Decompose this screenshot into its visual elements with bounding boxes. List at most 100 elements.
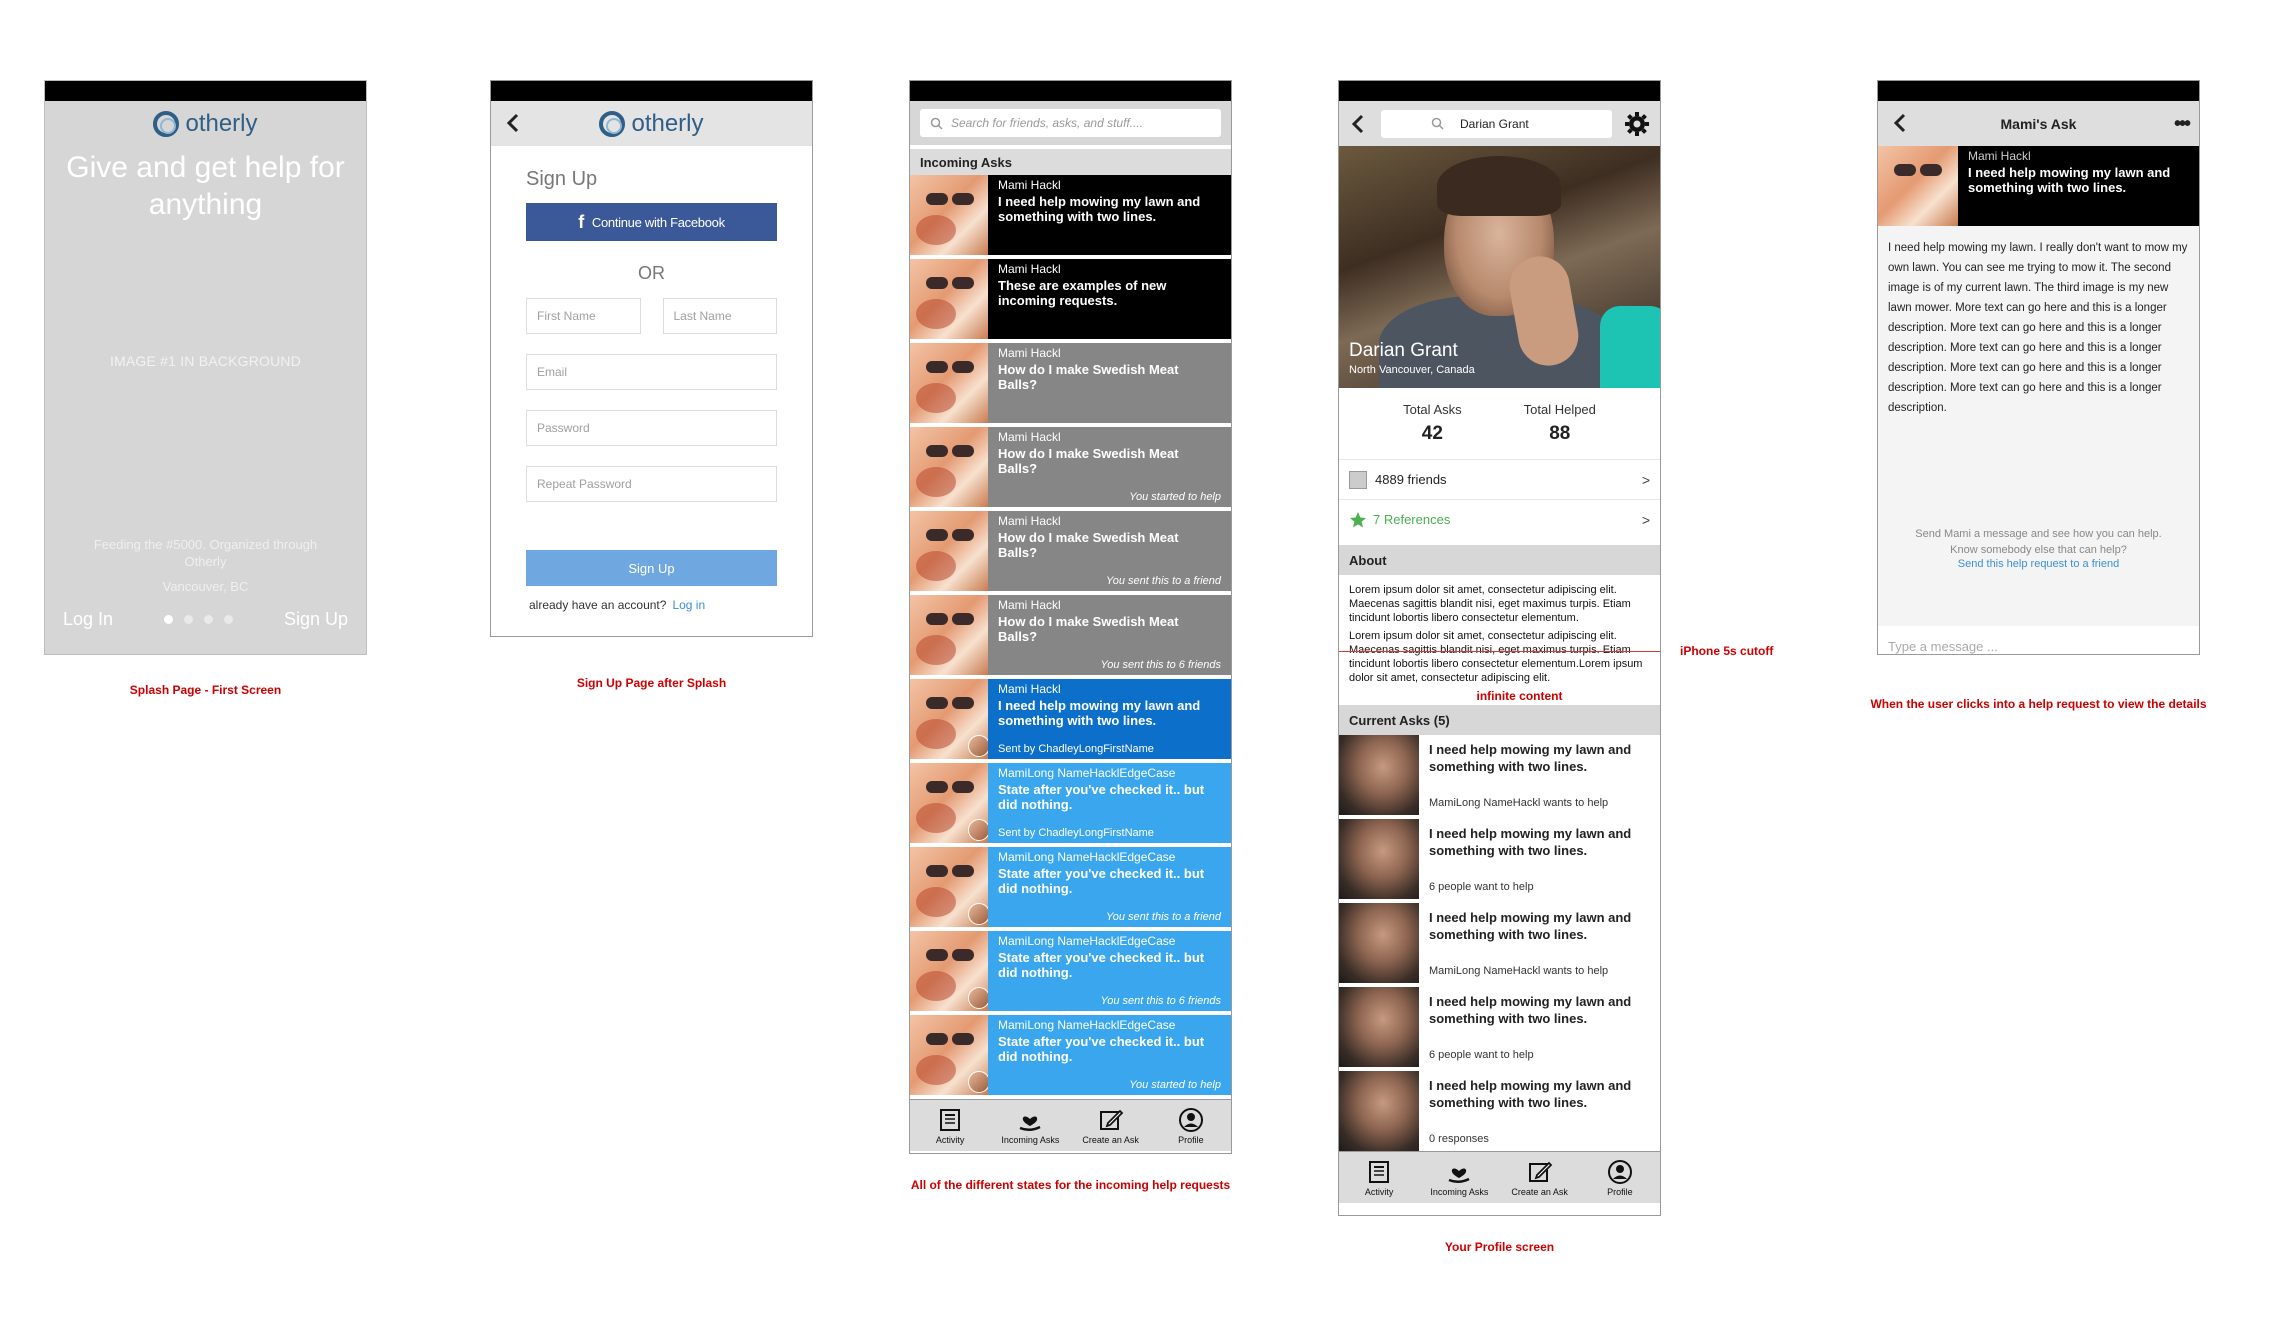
ask-body: Mami Hackl How do I make Swedish Meat Bal… (988, 427, 1231, 507)
current-ask-body: I need help mowing my lawn and something… (1419, 819, 1660, 899)
ask-row[interactable]: Mami Hackl How do I make Swedish Meat Bal… (910, 343, 1231, 427)
ask-status: You started to help (1129, 491, 1221, 503)
page-dot[interactable] (224, 615, 233, 624)
ask-row[interactable]: Mami Hackl How do I make Swedish Meat Bal… (910, 595, 1231, 679)
or-divider: OR (638, 263, 665, 283)
ask-row[interactable]: MamiLong NameHacklEdgeCase State after yo… (910, 763, 1231, 847)
ask-thumbnail (1339, 987, 1419, 1067)
tab-create-ask[interactable]: Create an Ask (1071, 1100, 1151, 1151)
ask-row[interactable]: Mami Hackl How do I make Swedish Meat Bal… (910, 511, 1231, 595)
login-link[interactable]: Log in (672, 598, 705, 612)
ask-row[interactable]: MamiLong NameHacklEdgeCase State after yo… (910, 931, 1231, 1015)
tab-create-ask[interactable]: Create an Ask (1500, 1152, 1580, 1203)
ask-text: State after you've checked it.. but did … (998, 1034, 1205, 1064)
current-ask-meta: MamiLong NameHackl wants to help (1429, 965, 1609, 977)
profile-icon (1178, 1107, 1203, 1132)
page-dot[interactable] (164, 615, 173, 624)
requester-name: Mami Hackl (1968, 149, 2031, 163)
requester-name: Mami Hackl (998, 346, 1061, 360)
logo-text: otherly (631, 109, 704, 137)
ask-row[interactable]: MamiLong NameHacklEdgeCase State after yo… (910, 1015, 1231, 1099)
friends-row[interactable]: 4889 friends > (1339, 459, 1660, 499)
nav-bar: otherly (491, 101, 812, 146)
cutoff-label: iPhone 5s cutoff (1680, 644, 1774, 658)
login-link[interactable]: Log In (63, 609, 113, 630)
search-icon (1431, 117, 1444, 130)
signup-submit-button[interactable]: Sign Up (526, 550, 777, 586)
ask-row[interactable]: MamiLong NameHacklEdgeCase State after yo… (910, 847, 1231, 931)
ask-row[interactable]: Mami Hackl These are examples of new inco… (910, 259, 1231, 343)
ask-header: Mami Hackl I need help mowing my lawn an… (1878, 146, 2199, 226)
current-ask-row[interactable]: I need help mowing my lawn and something… (1339, 903, 1660, 987)
password-field[interactable]: Password (526, 410, 777, 446)
newspaper-icon (940, 1108, 961, 1131)
ask-thumbnail (1339, 1071, 1419, 1151)
status-bar (491, 81, 812, 101)
back-chevron-icon[interactable] (503, 112, 525, 134)
friends-icon (1349, 470, 1367, 489)
tab-incoming-asks[interactable]: Incoming Asks (1419, 1152, 1499, 1203)
ask-description: I need help mowing my lawn. I really don… (1878, 226, 2199, 516)
requester-avatar (910, 679, 988, 759)
search-input[interactable]: Search for friends, asks, and stuff.... (920, 109, 1221, 137)
tab-label: Activity (935, 1134, 965, 1145)
page-indicator[interactable] (164, 615, 233, 624)
ask-text: I need help mowing my lawn and something… (998, 194, 1201, 224)
ask-status: You started to help (1129, 1079, 1221, 1091)
current-asks-list: I need help mowing my lawn and something… (1339, 735, 1660, 1155)
more-options-icon[interactable]: ••• (2174, 113, 2191, 136)
already-text: already have an account? (529, 598, 667, 612)
stat-total-helped: Total Helped 88 (1524, 402, 1596, 445)
ask-row[interactable]: Mami Hackl How do I make Swedish Meat Bal… (910, 427, 1231, 511)
friends-count: 4889 friends (1375, 472, 1447, 487)
nav-bar: Darian Grant (1339, 101, 1660, 146)
current-ask-meta: 6 people want to help (1429, 881, 1534, 893)
sender-avatar (968, 819, 988, 841)
sender-avatar (968, 735, 988, 757)
repeat-password-field[interactable]: Repeat Password (526, 466, 777, 502)
ask-row[interactable]: Mami Hackl I need help mowing my lawn and… (910, 175, 1231, 259)
page-dot[interactable] (184, 615, 193, 624)
references-row[interactable]: 7 References > (1339, 499, 1660, 539)
current-ask-row[interactable]: I need help mowing my lawn and something… (1339, 1071, 1660, 1155)
current-ask-row[interactable]: I need help mowing my lawn and something… (1339, 735, 1660, 819)
message-input[interactable]: Type a message ... (1878, 626, 2199, 654)
ask-text: How do I make Swedish Meat Balls? (998, 614, 1179, 644)
current-ask-title: I need help mowing my lawn and something… (1429, 1078, 1632, 1110)
requester-avatar (910, 175, 988, 255)
page-title: Sign Up (526, 168, 598, 190)
requester-name: MamiLong NameHacklEdgeCase (998, 850, 1176, 864)
status-bar (45, 81, 366, 101)
tab-incoming-asks[interactable]: Incoming Asks (990, 1100, 1070, 1151)
tab-label: Activity (1364, 1186, 1394, 1197)
gear-icon[interactable] (1624, 111, 1650, 137)
send-to-friend-link[interactable]: Send this help request to a friend (1878, 558, 2199, 570)
tab-label: Profile (1607, 1186, 1633, 1197)
page-dot[interactable] (204, 615, 213, 624)
facebook-button[interactable]: f Continue with Facebook (526, 203, 777, 241)
search-input[interactable]: Darian Grant (1381, 109, 1612, 138)
current-ask-body: I need help mowing my lawn and something… (1419, 987, 1660, 1067)
back-chevron-icon[interactable] (1349, 113, 1369, 135)
feed-text: Feeding the #5000. Organized through Oth… (93, 537, 318, 569)
first-name-field[interactable]: First Name (526, 298, 641, 334)
about-text-1: Lorem ipsum dolor sit amet, consectetur … (1349, 584, 1631, 624)
ask-body: Mami Hackl These are examples of new inco… (988, 259, 1231, 339)
signup-link[interactable]: Sign Up (284, 609, 348, 630)
current-ask-title: I need help mowing my lawn and something… (1429, 994, 1632, 1026)
sender-avatar (968, 903, 988, 925)
tab-profile[interactable]: Profile (1151, 1100, 1231, 1151)
ask-row[interactable]: Mami Hackl I need help mowing my lawn and… (910, 679, 1231, 763)
last-name-field[interactable]: Last Name (662, 298, 777, 334)
back-chevron-icon[interactable] (1890, 112, 1912, 134)
incoming-caption: All of the different states for the inco… (910, 1178, 1231, 1192)
current-ask-row[interactable]: I need help mowing my lawn and something… (1339, 819, 1660, 903)
current-ask-row[interactable]: I need help mowing my lawn and something… (1339, 987, 1660, 1071)
email-field[interactable]: Email (526, 354, 777, 390)
requester-avatar (910, 931, 988, 1011)
tab-profile[interactable]: Profile (1580, 1152, 1660, 1203)
requester-avatar (910, 343, 988, 423)
name-row: First Name Last Name (526, 298, 777, 334)
tab-activity[interactable]: Activity (910, 1100, 990, 1151)
tab-activity[interactable]: Activity (1339, 1152, 1419, 1203)
